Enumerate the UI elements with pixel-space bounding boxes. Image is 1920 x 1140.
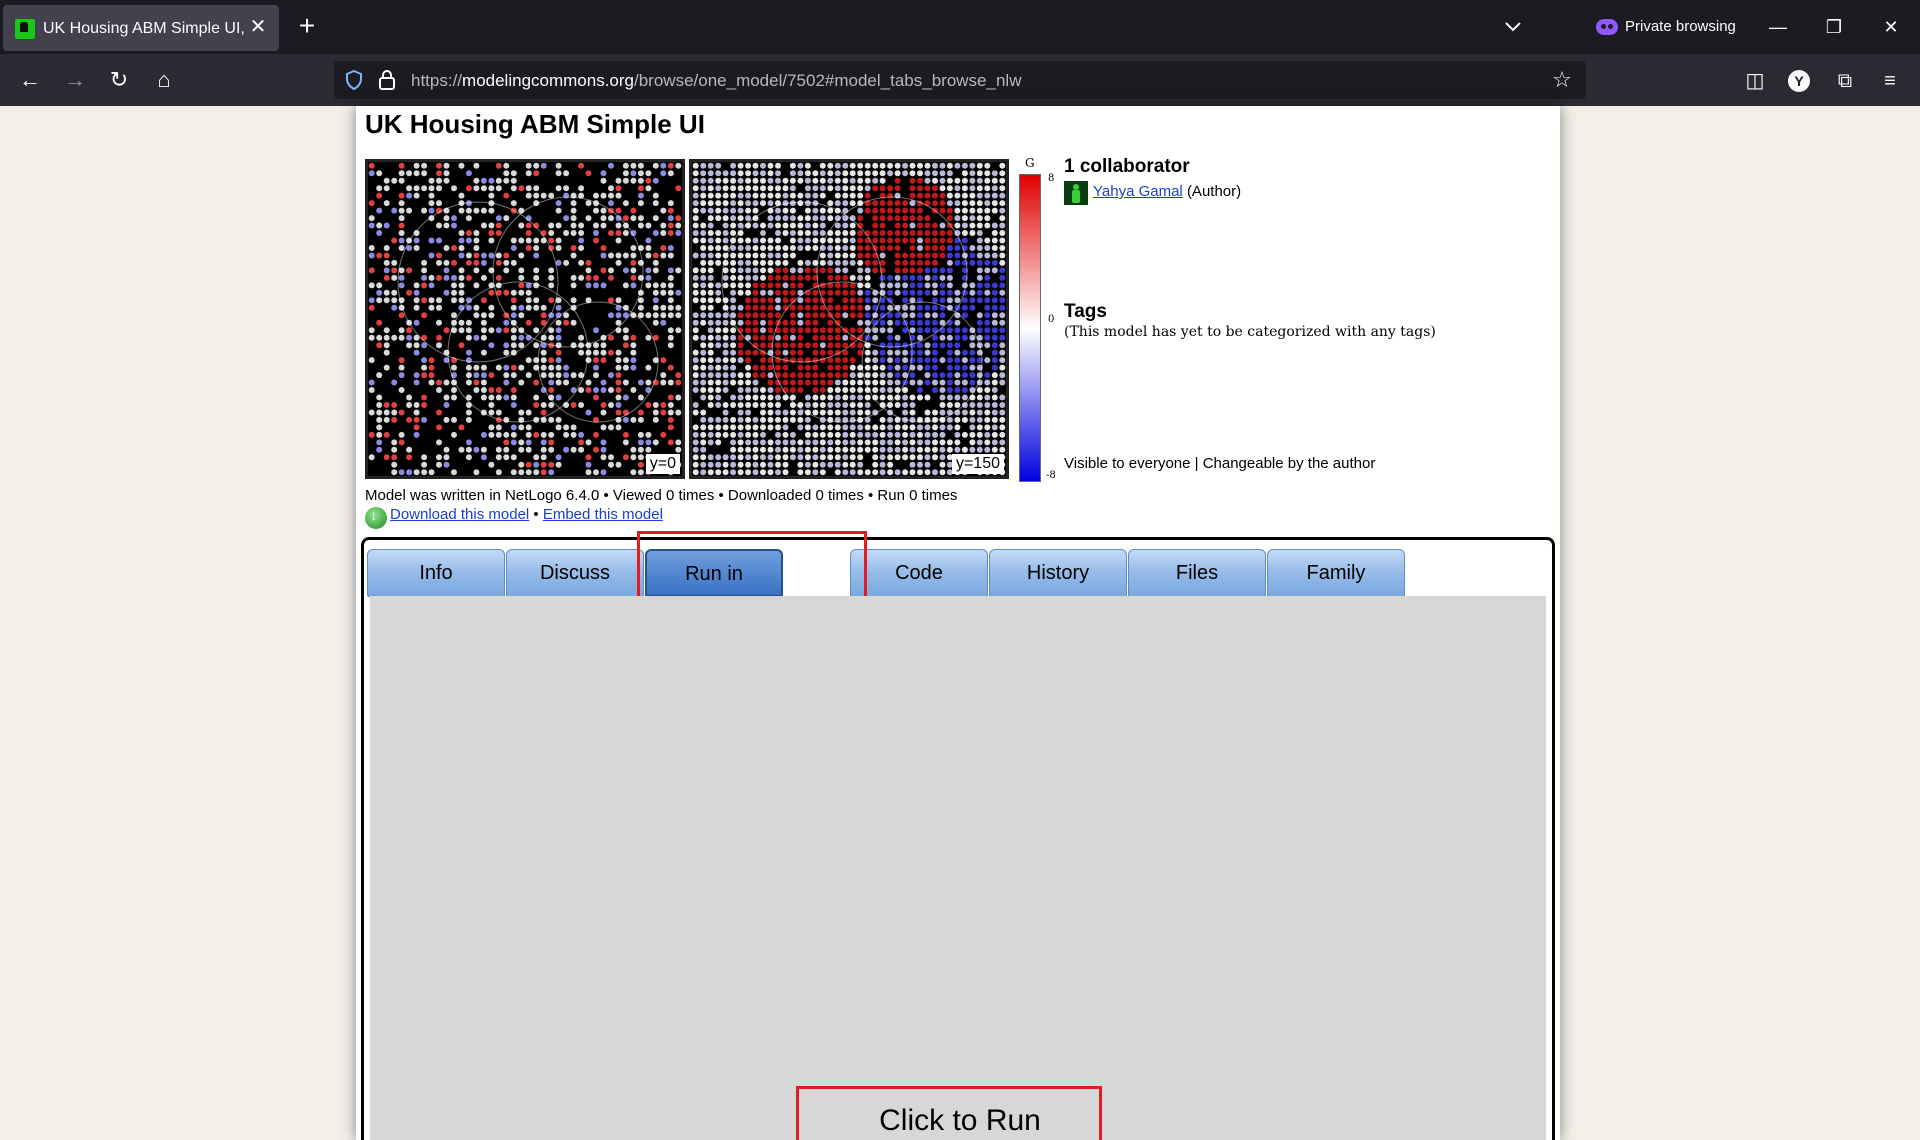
page-title: UK Housing ABM Simple UI (365, 109, 705, 139)
tracking-protection-shield-icon[interactable] (344, 69, 364, 91)
model-links: Download this model • Embed this model (365, 506, 663, 529)
model-tabs: Info Discuss Run in NetLogo Web Code His… (361, 531, 1555, 1140)
tags-note: (This model has yet to be categorized wi… (1064, 324, 1436, 340)
visibility-text: Visible to everyone | Changeable by the … (1064, 455, 1376, 472)
restore-button[interactable]: ❐ (1819, 12, 1849, 42)
private-browsing-indicator: Private browsing (1596, 17, 1746, 39)
preview-grid-image (368, 162, 682, 476)
model-preview-y0: y=0 (365, 159, 685, 479)
url-path: /browse/one_model/7502#model_tabs_browse… (634, 71, 1022, 90)
embed-model-link[interactable]: Embed this model (543, 506, 663, 523)
browser-tab[interactable]: UK Housing ABM Simple UI, by Yahya Gamal… (3, 5, 279, 51)
preview-label: y=0 (645, 454, 680, 474)
model-preview-y150: y=150 (689, 159, 1009, 479)
minimize-button[interactable]: — (1763, 12, 1793, 42)
url-domain: modelingcommons.org (462, 71, 634, 90)
lock-icon[interactable] (377, 69, 397, 91)
close-tab-icon[interactable]: ✕ (247, 15, 269, 39)
download-icon[interactable] (365, 507, 387, 529)
list-all-tabs-icon[interactable] (1500, 14, 1526, 40)
forward-button[interactable]: → (59, 64, 91, 96)
tab-highlight-box (637, 531, 867, 599)
page-content: UK Housing ABM Simple UI y=0 y=150 G 8 0… (356, 106, 1560, 1140)
extensions-icon[interactable]: ⧉ (1831, 67, 1859, 95)
collaborator-entry: Yahya Gamal (Author) (1093, 183, 1241, 200)
preview-label: y=150 (951, 454, 1004, 474)
bookmark-star-icon[interactable]: ☆ (1550, 68, 1574, 92)
scale-min-label: -8 (1046, 470, 1056, 481)
scale-title: G (1025, 156, 1035, 170)
site-favicon-icon (15, 19, 35, 39)
tab-info[interactable]: Info (367, 549, 505, 597)
netlogo-web-panel: Click to Run Model (370, 596, 1546, 1140)
address-bar[interactable]: https://modelingcommons.org/browse/one_m… (334, 61, 1586, 99)
tab-discuss[interactable]: Discuss (506, 549, 644, 597)
private-mask-icon (1596, 19, 1618, 35)
collaborator-role: (Author) (1186, 183, 1242, 200)
tab-history[interactable]: History (989, 549, 1127, 597)
user-avatar-icon (1064, 181, 1088, 205)
home-button[interactable]: ⌂ (148, 64, 180, 96)
new-tab-button[interactable]: + (292, 11, 322, 43)
url-text[interactable]: https://modelingcommons.org/browse/one_m… (411, 71, 1021, 91)
menu-icon[interactable]: ≡ (1876, 67, 1904, 95)
profile-icon[interactable]: Y (1788, 70, 1810, 92)
collaborator-link[interactable]: Yahya Gamal (1093, 183, 1183, 200)
tab-title: UK Housing ABM Simple UI, by Yahya Gamal (43, 20, 248, 37)
url-prefix: https:// (411, 71, 463, 90)
private-browsing-label: Private browsing (1625, 18, 1736, 35)
link-separator: • (529, 506, 543, 523)
run-button-highlight-box (796, 1086, 1102, 1140)
tab-files[interactable]: Files (1128, 549, 1266, 597)
close-window-button[interactable]: ✕ (1876, 12, 1906, 42)
color-scale-bar (1019, 174, 1041, 482)
back-button[interactable]: ← (14, 64, 46, 96)
scale-max-label: 8 (1048, 173, 1055, 184)
pocket-icon[interactable]: ◫ (1741, 67, 1769, 95)
tab-strip: UK Housing ABM Simple UI, by Yahya Gamal… (0, 0, 1920, 54)
preview-grid-image (692, 162, 1006, 476)
reload-button[interactable]: ↻ (103, 64, 135, 96)
collaborators-heading: 1 collaborator (1064, 156, 1190, 177)
model-stats: Model was written in NetLogo 6.4.0 • Vie… (365, 487, 958, 504)
scale-mid-label: 0 (1048, 314, 1055, 325)
tags-heading: Tags (1064, 301, 1107, 322)
tab-family[interactable]: Family (1267, 549, 1405, 597)
tab-code[interactable]: Code (850, 549, 988, 597)
download-model-link[interactable]: Download this model (390, 506, 529, 523)
